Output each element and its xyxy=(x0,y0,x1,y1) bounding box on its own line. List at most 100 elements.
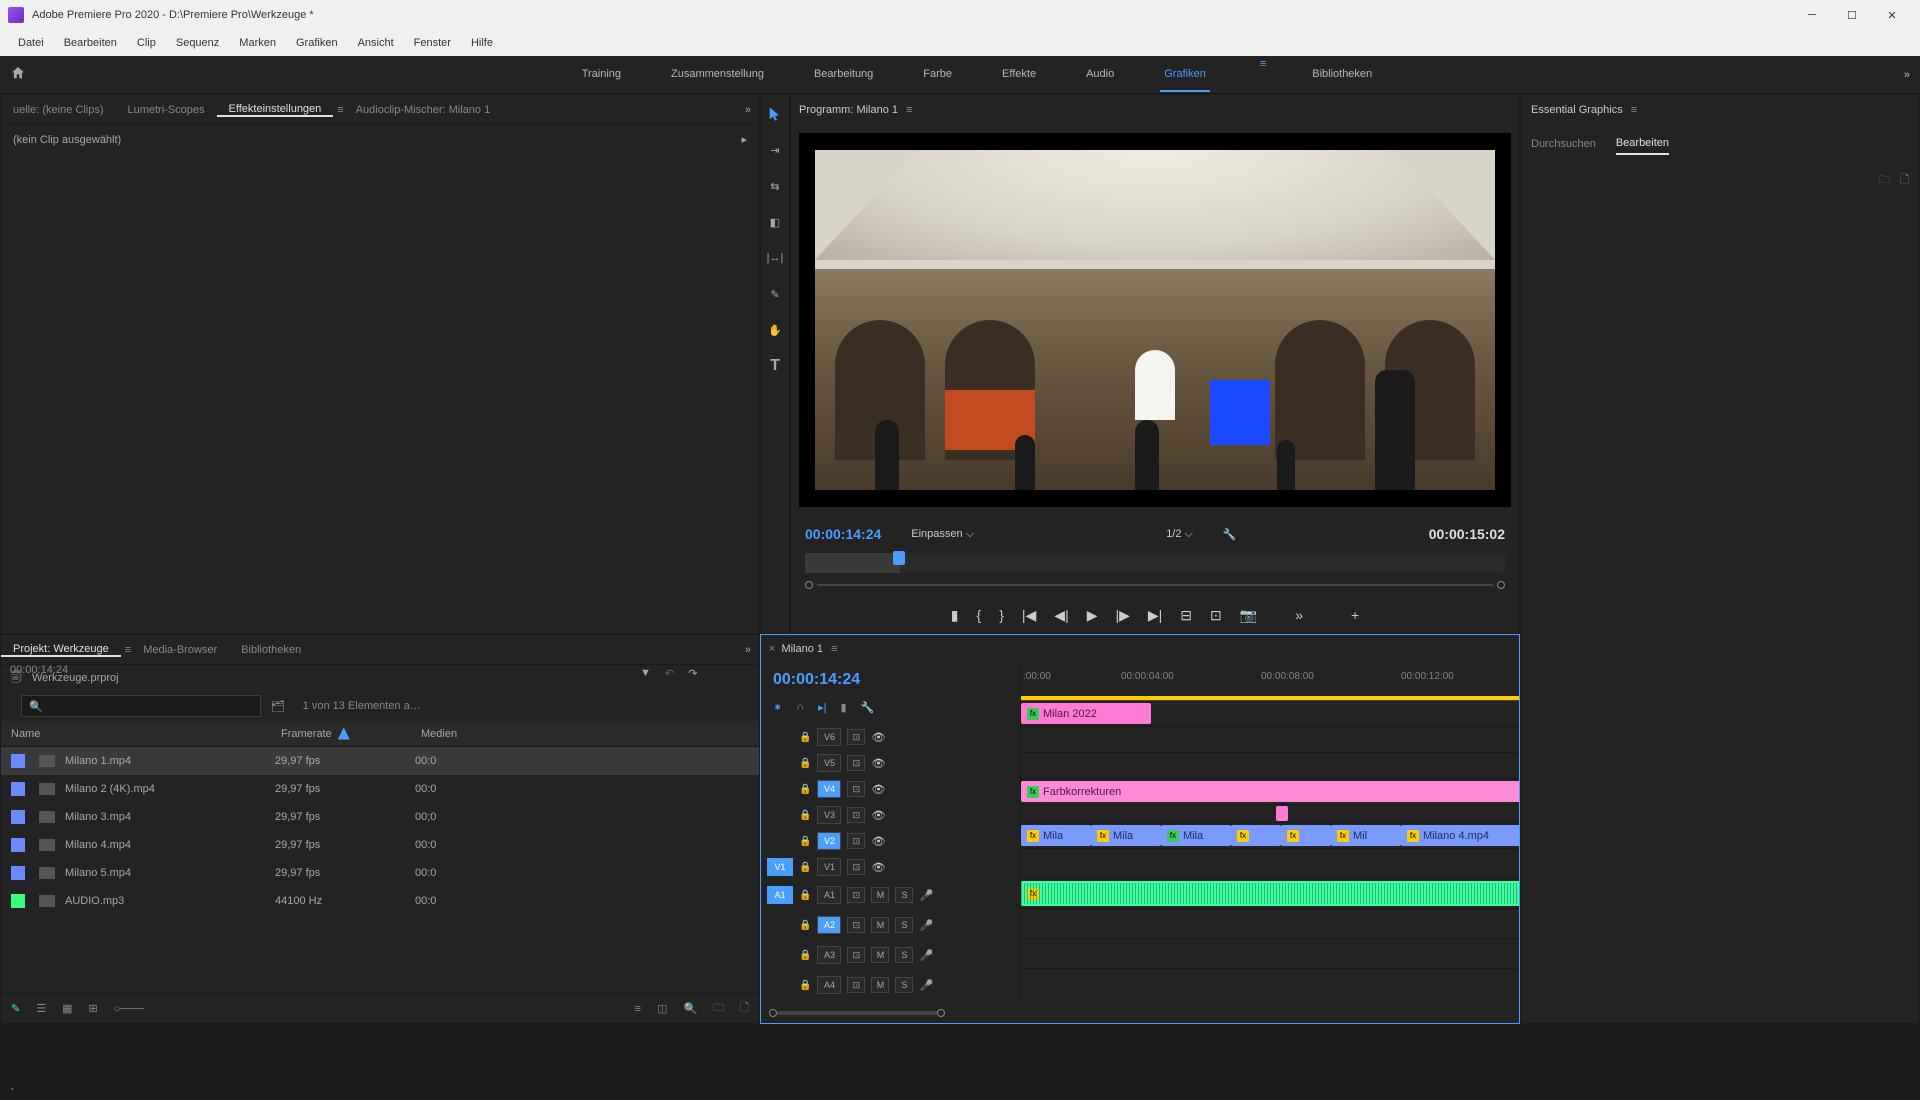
clip-v2[interactable] xyxy=(1276,806,1288,821)
lane-v4[interactable] xyxy=(1021,753,1519,779)
workspace-farbe[interactable]: Farbe xyxy=(919,58,956,92)
col-media[interactable]: Medien xyxy=(421,728,749,740)
track-target[interactable]: V4 xyxy=(817,780,841,798)
program-menu-icon[interactable]: ≡ xyxy=(906,104,912,116)
sync-lock-icon[interactable]: ⊡ xyxy=(847,887,865,903)
clip-v1-2[interactable]: fxMila xyxy=(1091,825,1161,846)
zoom-slider-icon[interactable]: ○─── xyxy=(114,1003,144,1015)
sync-lock-icon[interactable]: ⊡ xyxy=(847,729,865,745)
col-name[interactable]: Name xyxy=(11,728,281,740)
program-viewer[interactable] xyxy=(799,133,1511,507)
voice-over-icon[interactable]: 🎤 xyxy=(919,919,933,932)
workspace-overflow-icon[interactable]: » xyxy=(1904,69,1910,81)
eg-folder-icon[interactable]: 🗀 xyxy=(1879,171,1890,190)
clip-v1-3[interactable]: fxMila xyxy=(1161,825,1231,846)
add-marker-icon[interactable]: ▮ xyxy=(951,607,959,624)
pen-tool-icon[interactable]: ✎ xyxy=(764,283,786,305)
razor-tool-icon[interactable]: ◧ xyxy=(764,211,786,233)
file-row[interactable]: Milano 1.mp4 29,97 fps 00:0 xyxy=(1,747,759,775)
program-zoom-bar[interactable] xyxy=(805,579,1505,591)
clip-audio[interactable]: fx xyxy=(1021,881,1519,906)
clip-v1-1[interactable]: fxMila xyxy=(1021,825,1091,846)
icon-view-icon[interactable]: ▦ xyxy=(62,1002,72,1015)
timeline-settings-icon[interactable]: 🔧 xyxy=(861,701,875,714)
lock-icon[interactable]: 🔒 xyxy=(799,784,811,795)
lane-v3[interactable]: fxFarbkorrekturen xyxy=(1021,779,1519,805)
label-swatch[interactable] xyxy=(11,754,25,768)
workspace-bibliotheken[interactable]: Bibliotheken xyxy=(1308,58,1376,92)
toggle-output-icon[interactable]: 👁 xyxy=(871,757,885,770)
step-fwd-icon[interactable]: ↷ xyxy=(688,667,697,680)
lane-v1[interactable]: fxMila fxMila fxMila fx fx fxMil fxMilan… xyxy=(1021,823,1519,849)
file-row[interactable]: Milano 3.mp4 29,97 fps 00;0 xyxy=(1,803,759,831)
label-swatch[interactable] xyxy=(11,838,25,852)
lock-icon[interactable]: 🔒 xyxy=(799,980,811,991)
sync-lock-icon[interactable]: ⊡ xyxy=(847,807,865,823)
lock-icon[interactable]: 🔒 xyxy=(799,732,811,743)
filter-icon[interactable]: ▼ xyxy=(640,667,651,680)
timeline-ruler[interactable]: :00:00 00:00:04:00 00:00:08:00 00:00:12:… xyxy=(1021,663,1519,701)
go-to-out-icon[interactable]: ▶| xyxy=(1148,607,1162,624)
file-row[interactable]: Milano 4.mp4 29,97 fps 00:0 xyxy=(1,831,759,859)
close-button[interactable]: ✕ xyxy=(1872,0,1912,30)
mute-button[interactable]: M xyxy=(871,947,889,963)
track-target[interactable]: V6 xyxy=(817,728,841,746)
lane-a3[interactable] xyxy=(1021,909,1519,939)
fit-dropdown[interactable]: Einpassen ⌵ xyxy=(911,528,974,541)
track-target[interactable]: V5 xyxy=(817,754,841,772)
lane-v2[interactable] xyxy=(1021,805,1519,823)
timeline-sequence-name[interactable]: Milano 1 xyxy=(781,643,823,655)
menu-grafiken[interactable]: Grafiken xyxy=(286,37,348,49)
menu-marken[interactable]: Marken xyxy=(229,37,286,49)
source-patch[interactable]: V1 xyxy=(767,858,793,876)
timeline-timecode[interactable]: 00:00:14:24 xyxy=(761,663,1020,697)
automate-icon[interactable]: ◫ xyxy=(657,1002,667,1015)
label-swatch[interactable] xyxy=(11,810,25,824)
sync-lock-icon[interactable]: ⊡ xyxy=(847,859,865,875)
ripple-edit-tool-icon[interactable]: ⇆ xyxy=(764,175,786,197)
solo-button[interactable]: S xyxy=(895,977,913,993)
selection-tool-icon[interactable] xyxy=(764,103,786,125)
workspace-menu-icon[interactable]: ≡ xyxy=(1260,58,1266,92)
file-row[interactable]: Milano 2 (4K).mp4 29,97 fps 00:0 xyxy=(1,775,759,803)
source-patch[interactable]: A1 xyxy=(767,886,793,904)
sync-lock-icon[interactable]: ⊡ xyxy=(847,755,865,771)
clip-v1-6[interactable]: fxMil xyxy=(1331,825,1401,846)
mark-in-icon[interactable]: { xyxy=(977,607,982,623)
label-swatch[interactable] xyxy=(11,782,25,796)
eg-tab-browse[interactable]: Durchsuchen xyxy=(1531,138,1596,154)
step-back-icon[interactable]: ◀| xyxy=(1054,607,1068,624)
timeline-zoom-bar[interactable] xyxy=(761,1003,1519,1023)
write-mode-icon[interactable]: ✎ xyxy=(11,1002,20,1015)
workspace-bearbeitung[interactable]: Bearbeitung xyxy=(810,58,877,92)
tab-effect-controls[interactable]: Effekteinstellungen xyxy=(217,103,334,117)
lane-a2[interactable]: fx xyxy=(1021,879,1519,909)
add-marker-tl-icon[interactable]: ▸| xyxy=(818,701,826,714)
timeline-close-icon[interactable]: × xyxy=(769,643,775,655)
lock-icon[interactable]: 🔒 xyxy=(799,758,811,769)
linked-selection-icon[interactable]: ∩ xyxy=(796,701,804,714)
home-icon[interactable] xyxy=(10,65,30,85)
minimize-button[interactable]: ─ xyxy=(1792,0,1832,30)
lock-icon[interactable]: 🔒 xyxy=(799,862,811,873)
sync-lock-icon[interactable]: ⊡ xyxy=(847,781,865,797)
eg-tab-edit[interactable]: Bearbeiten xyxy=(1616,137,1669,155)
workspace-zusammenstellung[interactable]: Zusammenstellung xyxy=(667,58,768,92)
lock-icon[interactable]: 🔒 xyxy=(799,810,811,821)
menu-hilfe[interactable]: Hilfe xyxy=(461,37,503,49)
lock-icon[interactable]: 🔒 xyxy=(799,950,811,961)
track-target[interactable]: A3 xyxy=(817,946,841,964)
new-bin-icon[interactable]: 🗀 xyxy=(713,999,724,1018)
menu-sequenz[interactable]: Sequenz xyxy=(166,37,229,49)
list-view-icon[interactable]: ☰ xyxy=(36,1002,46,1015)
lock-icon[interactable]: 🔒 xyxy=(799,890,811,901)
snap-icon[interactable]: ⁕ xyxy=(773,701,782,714)
tab-libraries[interactable]: Bibliotheken xyxy=(229,644,313,656)
lock-icon[interactable]: 🔒 xyxy=(799,920,811,931)
voice-over-icon[interactable]: 🎤 xyxy=(919,979,933,992)
track-target[interactable]: V3 xyxy=(817,806,841,824)
track-target[interactable]: V1 xyxy=(817,858,841,876)
clip-v1-5[interactable]: fx xyxy=(1281,825,1331,846)
clip-v1-4[interactable]: fx xyxy=(1231,825,1281,846)
track-select-tool-icon[interactable]: ⇥ xyxy=(764,139,786,161)
